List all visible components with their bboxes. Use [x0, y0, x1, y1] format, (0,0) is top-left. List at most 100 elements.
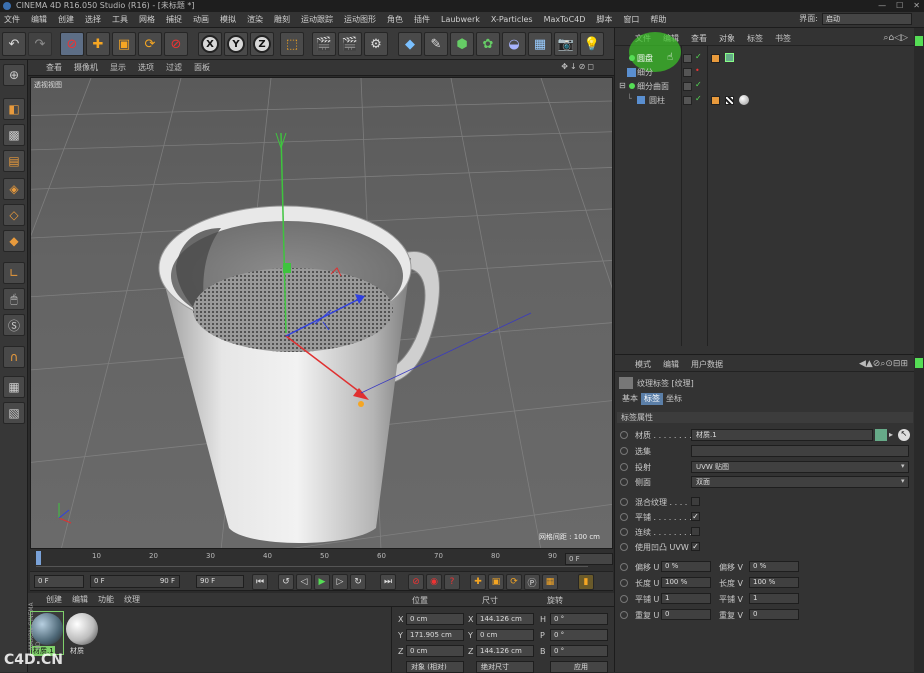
enabled-check-icon[interactable]: ✓: [695, 80, 702, 89]
menu-item[interactable]: 角色: [387, 14, 403, 25]
planar-workplane-button[interactable]: ▧: [3, 402, 25, 424]
y-axis-button[interactable]: Y: [224, 32, 248, 56]
timeline-ruler[interactable]: 0 10 20 30 40 50 60 70 80 90: [36, 551, 588, 567]
length-u-field[interactable]: 100 %: [661, 577, 711, 588]
menu-item[interactable]: 工具: [112, 14, 128, 25]
repetitions-u-field[interactable]: 0: [661, 609, 711, 620]
rot-h-field[interactable]: 0 °: [550, 613, 608, 625]
coordinate-mode-select[interactable]: 对象 (相对): [406, 661, 464, 673]
close-icon[interactable]: ✕: [913, 0, 920, 12]
menu-item[interactable]: 运动跟踪: [301, 14, 333, 25]
key-pla-button[interactable]: ▦: [542, 574, 558, 590]
spline-button[interactable]: ✎: [424, 32, 448, 56]
material-ball-2[interactable]: [66, 613, 98, 645]
arrow-right-icon[interactable]: ▸: [889, 430, 893, 439]
auto-key-button[interactable]: ◉: [426, 574, 442, 590]
cloner-button[interactable]: ✿: [476, 32, 500, 56]
menu-item[interactable]: 捕捉: [166, 14, 182, 25]
menu-item[interactable]: 动画: [193, 14, 209, 25]
size-z-field[interactable]: 144.126 cm: [476, 645, 534, 657]
animation-dot-icon[interactable]: [620, 513, 628, 521]
rot-b-field[interactable]: 0 °: [550, 645, 608, 657]
size-x-field[interactable]: 144.126 cm: [476, 613, 534, 625]
animation-dot-icon[interactable]: [620, 498, 628, 506]
menu-item[interactable]: 编辑: [31, 14, 47, 25]
material-link-field[interactable]: 材质.1: [691, 429, 873, 441]
menu-item[interactable]: MaxToC4D: [544, 15, 586, 24]
texture-mode-button[interactable]: ▩: [3, 124, 25, 146]
render-picture-viewer-button[interactable]: 🎬: [338, 32, 362, 56]
viewport-menu-item[interactable]: 查看: [46, 62, 62, 73]
menu-item[interactable]: 创建: [58, 14, 74, 25]
material-menu-item[interactable]: 编辑: [72, 594, 88, 605]
animation-dot-icon[interactable]: [620, 579, 628, 587]
rotate-button[interactable]: ⟳: [138, 32, 162, 56]
tab-basic[interactable]: 基本: [619, 393, 641, 405]
current-frame-field[interactable]: 0 F: [565, 553, 613, 565]
magnet-button[interactable]: ∩: [3, 346, 25, 368]
animation-dot-icon[interactable]: [620, 431, 628, 439]
go-to-start-button[interactable]: ⏮: [252, 574, 268, 590]
visibility-icon[interactable]: [683, 54, 692, 63]
visibility-icon[interactable]: [683, 96, 692, 105]
attribute-menu-item[interactable]: 用户数据: [691, 359, 723, 370]
use-uvw-bump-checkbox[interactable]: ✓: [691, 542, 700, 551]
deformer-button[interactable]: ◒: [502, 32, 526, 56]
material-preview-icon[interactable]: [875, 429, 887, 441]
visibility-icon[interactable]: [683, 82, 692, 91]
scale-button[interactable]: ▣: [112, 32, 136, 56]
pos-x-field[interactable]: 0 cm: [406, 613, 464, 625]
menu-item[interactable]: 脚本: [596, 14, 612, 25]
enabled-check-icon[interactable]: ✓: [695, 94, 702, 103]
object-row[interactable]: ⊟ 细分曲面 ✓: [615, 80, 915, 93]
attribute-menu-item[interactable]: 模式: [635, 359, 651, 370]
object-row[interactable]: 细分 •: [615, 66, 915, 79]
selection-field[interactable]: [691, 445, 909, 457]
lock-workplane-button[interactable]: ▦: [3, 376, 25, 398]
mix-textures-checkbox[interactable]: [691, 497, 700, 506]
enabled-check-icon[interactable]: ✓: [695, 52, 702, 61]
viewport-menu-item[interactable]: 显示: [110, 62, 126, 73]
side-select[interactable]: 双面: [691, 476, 909, 488]
undo-button[interactable]: ↶: [2, 32, 26, 56]
go-to-end-button[interactable]: ⏭: [380, 574, 396, 590]
material-menu-item[interactable]: 纹理: [124, 594, 140, 605]
snap-button[interactable]: Ⓢ: [3, 314, 25, 336]
animation-dot-icon[interactable]: [620, 611, 628, 619]
apply-button[interactable]: 应用: [550, 661, 608, 673]
tweak-mode-button[interactable]: 🖱: [3, 288, 25, 310]
key-rotation-button[interactable]: ⟳: [506, 574, 522, 590]
animation-dot-icon[interactable]: [620, 447, 628, 455]
workplane-mode-button[interactable]: ▤: [3, 150, 25, 172]
object-menu-item[interactable]: 查看: [691, 33, 707, 44]
perspective-viewport[interactable]: 透视视图 网格间距 : 100 cm: [30, 77, 613, 549]
seamless-checkbox[interactable]: [691, 527, 700, 536]
tab-tag[interactable]: 标签: [641, 393, 663, 405]
next-frame-button[interactable]: ▷: [332, 574, 348, 590]
object-row[interactable]: 圆盘 ✓ ☝: [615, 52, 915, 65]
move-button[interactable]: ✚: [86, 32, 110, 56]
preview-range-slider[interactable]: 0 F 90 F: [90, 575, 180, 588]
material-menu-item[interactable]: 功能: [98, 594, 114, 605]
timeline-playhead[interactable]: [36, 551, 41, 565]
maximize-icon[interactable]: ☐: [896, 0, 903, 12]
menu-item[interactable]: 运动图形: [344, 14, 376, 25]
projection-select[interactable]: UVW 贴图: [691, 461, 909, 473]
object-manager-nav-icons[interactable]: ⌕⌂◁▷: [883, 33, 908, 43]
axis-mode-button[interactable]: ∟: [3, 262, 25, 284]
prev-frame-button[interactable]: ◁: [296, 574, 312, 590]
floor-button[interactable]: ▦: [528, 32, 552, 56]
menu-item[interactable]: 雕刻: [274, 14, 290, 25]
key-scale-button[interactable]: ▣: [488, 574, 504, 590]
points-mode-button[interactable]: ◈: [3, 178, 25, 200]
animation-dot-icon[interactable]: [620, 543, 628, 551]
object-menu-item[interactable]: 对象: [719, 33, 735, 44]
render-view-button[interactable]: 🎬: [312, 32, 336, 56]
edges-mode-button[interactable]: ◇: [3, 204, 25, 226]
size-mode-select[interactable]: 绝对尺寸: [476, 661, 534, 673]
object-menu-item[interactable]: 标签: [747, 33, 763, 44]
pos-y-field[interactable]: 171.905 cm: [406, 629, 464, 641]
size-y-field[interactable]: 0 cm: [476, 629, 534, 641]
record-keys-button[interactable]: ⊘: [408, 574, 424, 590]
attribute-nav-icons[interactable]: ◀▲⊘⌕⊙⊟⊞: [859, 359, 908, 369]
